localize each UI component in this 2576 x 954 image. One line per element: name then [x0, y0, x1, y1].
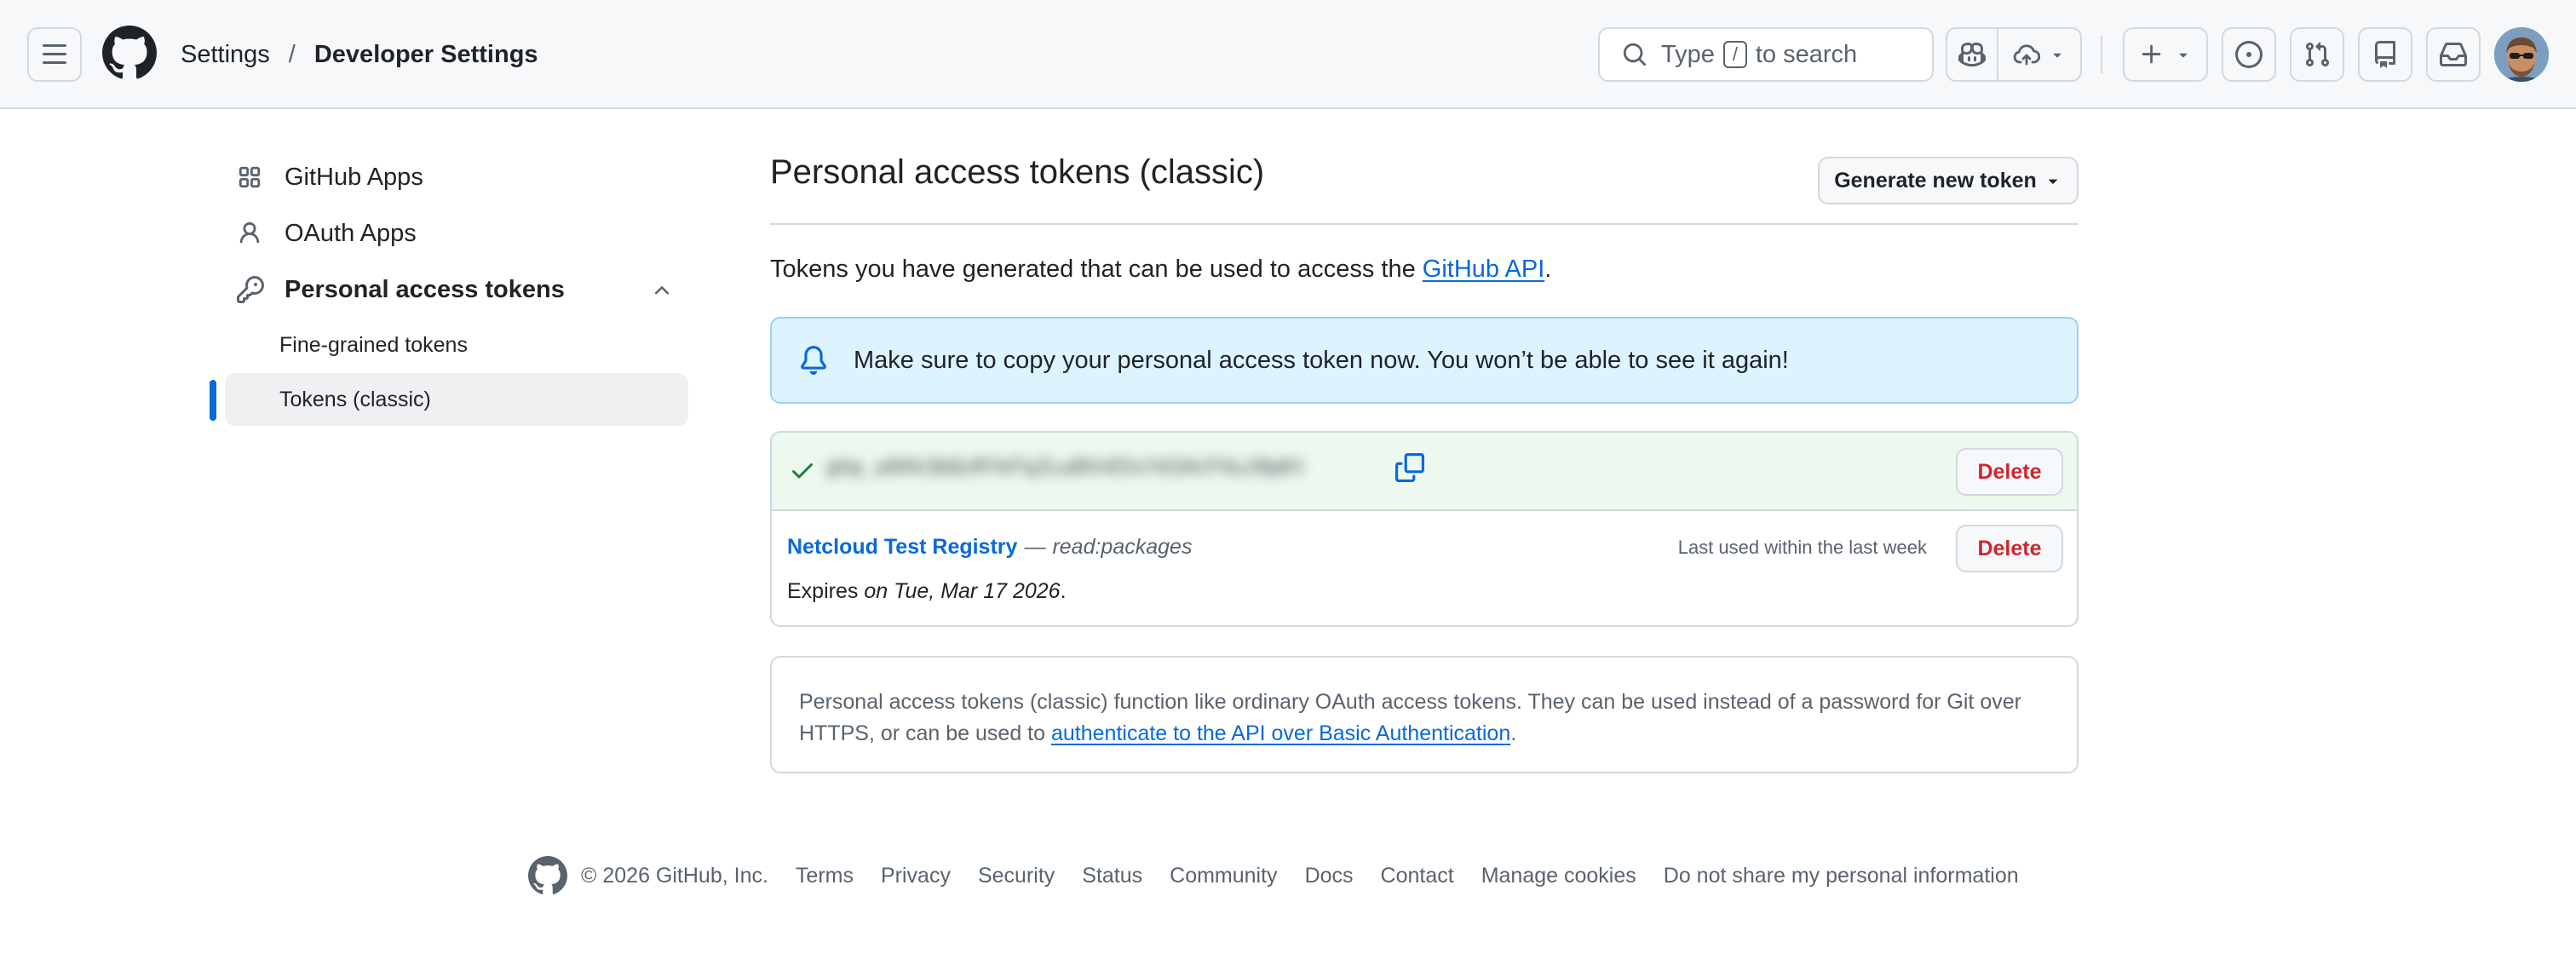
- token-title: Netcloud Test Registry — read:packages: [787, 535, 1192, 560]
- sidebar-item-personal-access-tokens[interactable]: Personal access tokens: [225, 264, 688, 315]
- search-suffix: to search: [1755, 40, 1858, 68]
- footer-link-community[interactable]: Community: [1170, 864, 1277, 888]
- chevron-down-icon: [2179, 53, 2188, 58]
- title-divider: [770, 223, 2079, 225]
- issues-button[interactable]: [2222, 27, 2276, 82]
- pull-requests-button[interactable]: [2290, 27, 2344, 82]
- delete-token-button[interactable]: Delete: [1956, 525, 2063, 572]
- search-input[interactable]: Type / to search: [1598, 27, 1934, 82]
- delete-new-token-button[interactable]: Delete: [1956, 448, 2063, 496]
- footer-link-contact[interactable]: Contact: [1381, 864, 1454, 888]
- intro-text-body: Tokens you have generated that can be us…: [770, 256, 1423, 283]
- breadcrumb-separator: /: [288, 40, 296, 68]
- cloud-upload-icon: [2013, 44, 2040, 66]
- copilot-icon: [1958, 42, 1986, 67]
- bell-icon: [799, 346, 828, 375]
- sidebar-item-oauth-apps[interactable]: OAuth Apps: [225, 208, 688, 259]
- sidebar-item-label: OAuth Apps: [285, 219, 417, 247]
- sidebar-subitem-label: Fine-grained tokens: [279, 332, 468, 357]
- token-list: ghp_a9Xk3bQzR7mTq2Lw8VnE5sYd1HcF4uJ0pKtG…: [770, 431, 2079, 627]
- notifications-button[interactable]: [2426, 27, 2481, 82]
- token-last-used: Last used within the last week: [1677, 537, 1927, 558]
- apps-icon: [237, 164, 271, 190]
- sidebar-item-github-apps[interactable]: GitHub Apps: [225, 152, 688, 203]
- github-logo-icon[interactable]: [528, 856, 567, 895]
- intro-text-end: .: [1544, 256, 1552, 283]
- site-footer: © 2026 GitHub, Inc. Terms Privacy Securi…: [528, 855, 2019, 896]
- intro-text: Tokens you have generated that can be us…: [770, 256, 1551, 284]
- repo-icon: [2375, 41, 2395, 68]
- token-expiration: Expires on Tue, Mar 17 2026.: [787, 579, 1067, 604]
- footer-link-privacy[interactable]: Privacy: [881, 864, 951, 888]
- copilot-button[interactable]: [1947, 29, 1998, 80]
- active-indicator: [210, 380, 216, 421]
- search-prefix: Type: [1661, 40, 1715, 68]
- inbox-icon: [2440, 43, 2467, 66]
- chevron-down-icon: [2053, 53, 2061, 58]
- check-icon: [789, 457, 816, 488]
- token-name-link[interactable]: Netcloud Test Registry: [787, 535, 1017, 560]
- new-token-value: ghp_a9Xk3bQzR7mTq2Lw8VnE5sYd1HcF4uJ0pKtG: [826, 455, 1303, 479]
- basic-auth-link[interactable]: authenticate to the API over Basic Authe…: [1051, 721, 1510, 745]
- breadcrumb-settings[interactable]: Settings: [181, 41, 270, 69]
- copilot-button-group: [1946, 27, 2082, 82]
- menu-button[interactable]: [27, 27, 82, 82]
- footer-copyright: © 2026 GitHub, Inc.: [581, 863, 768, 888]
- copy-icon[interactable]: [1395, 453, 1424, 486]
- search-shortcut-key: /: [1722, 41, 1747, 68]
- copilot-menu-button[interactable]: [1998, 29, 2080, 80]
- header-divider: [2101, 36, 2102, 73]
- token-scope: read:packages: [1052, 535, 1193, 559]
- chevron-up-icon[interactable]: [651, 279, 673, 308]
- footer-link-do-not-share[interactable]: Do not share my personal information: [1664, 864, 2019, 888]
- expires-end: .: [1060, 579, 1067, 603]
- triangle-down-icon: [2048, 179, 2057, 184]
- footer-link-status[interactable]: Status: [1082, 864, 1142, 888]
- footer-link-docs[interactable]: Docs: [1305, 864, 1354, 888]
- sidebar-item-tokens-classic[interactable]: Tokens (classic): [225, 373, 688, 426]
- sidebar-item-label: Personal access tokens: [285, 275, 565, 303]
- key-icon: [237, 276, 271, 303]
- github-api-link[interactable]: GitHub API: [1423, 256, 1544, 283]
- footer-link-terms[interactable]: Terms: [796, 864, 854, 888]
- plus-icon: [2142, 44, 2161, 64]
- page-title: Personal access tokens (classic): [770, 153, 1265, 191]
- github-logo-icon[interactable]: [101, 26, 157, 80]
- user-avatar[interactable]: [2494, 27, 2549, 82]
- breadcrumb-current: Developer Settings: [313, 40, 538, 68]
- repositories-button[interactable]: [2358, 27, 2412, 82]
- info-box: Personal access tokens (classic) functio…: [770, 656, 2079, 773]
- footer-link-manage-cookies[interactable]: Manage cookies: [1481, 864, 1636, 888]
- git-pull-request-icon: [2305, 42, 2330, 67]
- generate-button-label: Generate new token: [1834, 168, 2037, 193]
- flash-message: Make sure to copy your personal access t…: [770, 317, 2079, 404]
- create-new-button[interactable]: [2123, 27, 2208, 82]
- new-token-row: ghp_a9Xk3bQzR7mTq2Lw8VnE5sYd1HcF4uJ0pKtG…: [772, 433, 2077, 511]
- footer-link-security[interactable]: Security: [978, 864, 1055, 888]
- token-dash: —: [1024, 535, 1046, 559]
- flash-message-text: Make sure to copy your personal access t…: [854, 346, 1789, 374]
- expires-date: on Tue, Mar 17 2026: [864, 579, 1061, 603]
- sidebar-item-fine-grained-tokens[interactable]: Fine-grained tokens: [225, 319, 688, 371]
- sidebar-subitem-label: Tokens (classic): [279, 387, 431, 411]
- expires-prefix: Expires: [787, 579, 859, 603]
- sidebar-item-label: GitHub Apps: [285, 163, 423, 191]
- hamburger-icon: [43, 44, 66, 64]
- issue-opened-icon: [2235, 41, 2263, 68]
- person-icon: [237, 221, 271, 246]
- app-header: Settings / Developer Settings Type / to …: [0, 0, 2576, 109]
- breadcrumb: Settings / Developer Settings: [181, 34, 538, 75]
- generate-new-token-button[interactable]: Generate new token: [1818, 157, 2079, 204]
- info-text-end: .: [1510, 721, 1517, 745]
- search-icon: [1623, 43, 1647, 66]
